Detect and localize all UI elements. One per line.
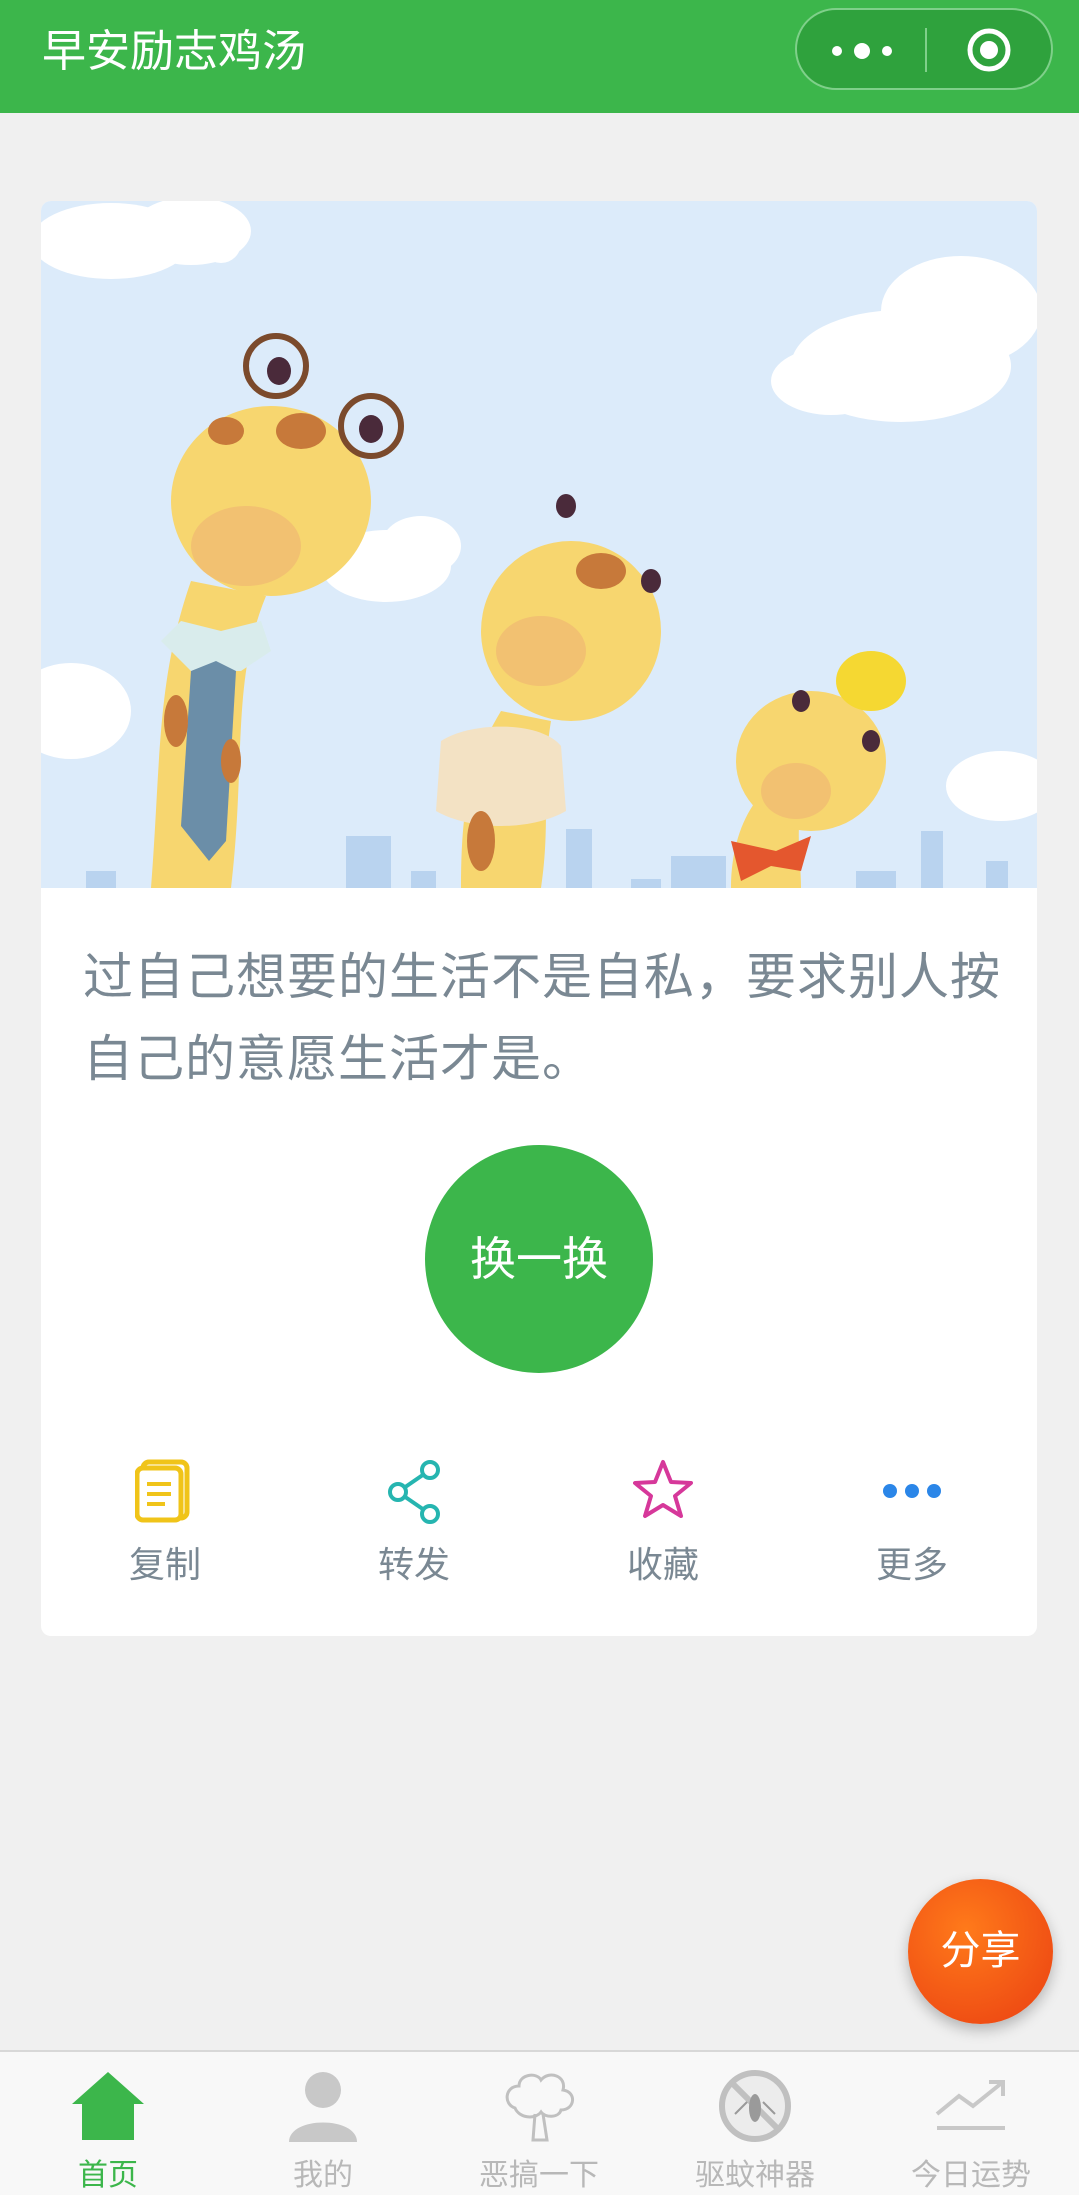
tab-fortune[interactable]: 今日运势 (871, 2062, 1071, 2193)
mini-program-capsule (795, 8, 1053, 90)
quote-card: 过自己想要的生活不是自私，要求别人按自己的意愿生活才是。 换一换 复制 转发 收… (41, 201, 1037, 1636)
share-fab-button[interactable]: 分享 (908, 1879, 1053, 2024)
tab-mosquito-label: 驱蚊神器 (695, 2158, 815, 2193)
capsule-divider (925, 28, 927, 72)
tab-mine[interactable]: 我的 (223, 2062, 423, 2193)
copy-label: 复制 (128, 1545, 201, 1586)
tree-icon (505, 2073, 574, 2142)
bottom-tab-bar: 首页 我的 恶搞一下 驱蚊神器 今日运势 (0, 2050, 1079, 2195)
home-icon (72, 2072, 144, 2140)
copy-icon (135, 1459, 190, 1523)
more-button[interactable]: 更多 (832, 1458, 992, 1588)
trend-icon (935, 2080, 1005, 2130)
more-icon (883, 1484, 941, 1498)
user-icon (289, 2072, 357, 2142)
mosquito-icon (719, 2070, 791, 2142)
more-dots-icon[interactable] (827, 36, 897, 66)
app-title: 早安励志鸡汤 (42, 26, 306, 77)
target-icon[interactable] (967, 28, 1011, 72)
more-label: 更多 (875, 1545, 948, 1586)
tab-home-label: 首页 (78, 2158, 138, 2193)
tab-home[interactable]: 首页 (8, 2062, 208, 2193)
forward-label: 转发 (377, 1545, 450, 1586)
tab-fortune-label: 今日运势 (911, 2158, 1031, 2193)
tab-prank[interactable]: 恶搞一下 (439, 2062, 639, 2193)
forward-button[interactable]: 转发 (334, 1458, 494, 1588)
navigation-bar: 早安励志鸡汤 (0, 0, 1079, 113)
favorite-button[interactable]: 收藏 (583, 1458, 743, 1588)
star-icon (633, 1460, 693, 1518)
swap-button[interactable]: 换一换 (425, 1145, 653, 1373)
share-icon (388, 1460, 440, 1524)
copy-button[interactable]: 复制 (85, 1458, 245, 1588)
giraffes-illustration (41, 201, 1037, 888)
tab-mosquito[interactable]: 驱蚊神器 (655, 2062, 855, 2193)
favorite-label: 收藏 (626, 1545, 699, 1586)
quote-text: 过自己想要的生活不是自私，要求别人按自己的意愿生活才是。 (83, 948, 1001, 1088)
tab-prank-label: 恶搞一下 (479, 2158, 599, 2193)
tab-mine-label: 我的 (293, 2158, 353, 2193)
